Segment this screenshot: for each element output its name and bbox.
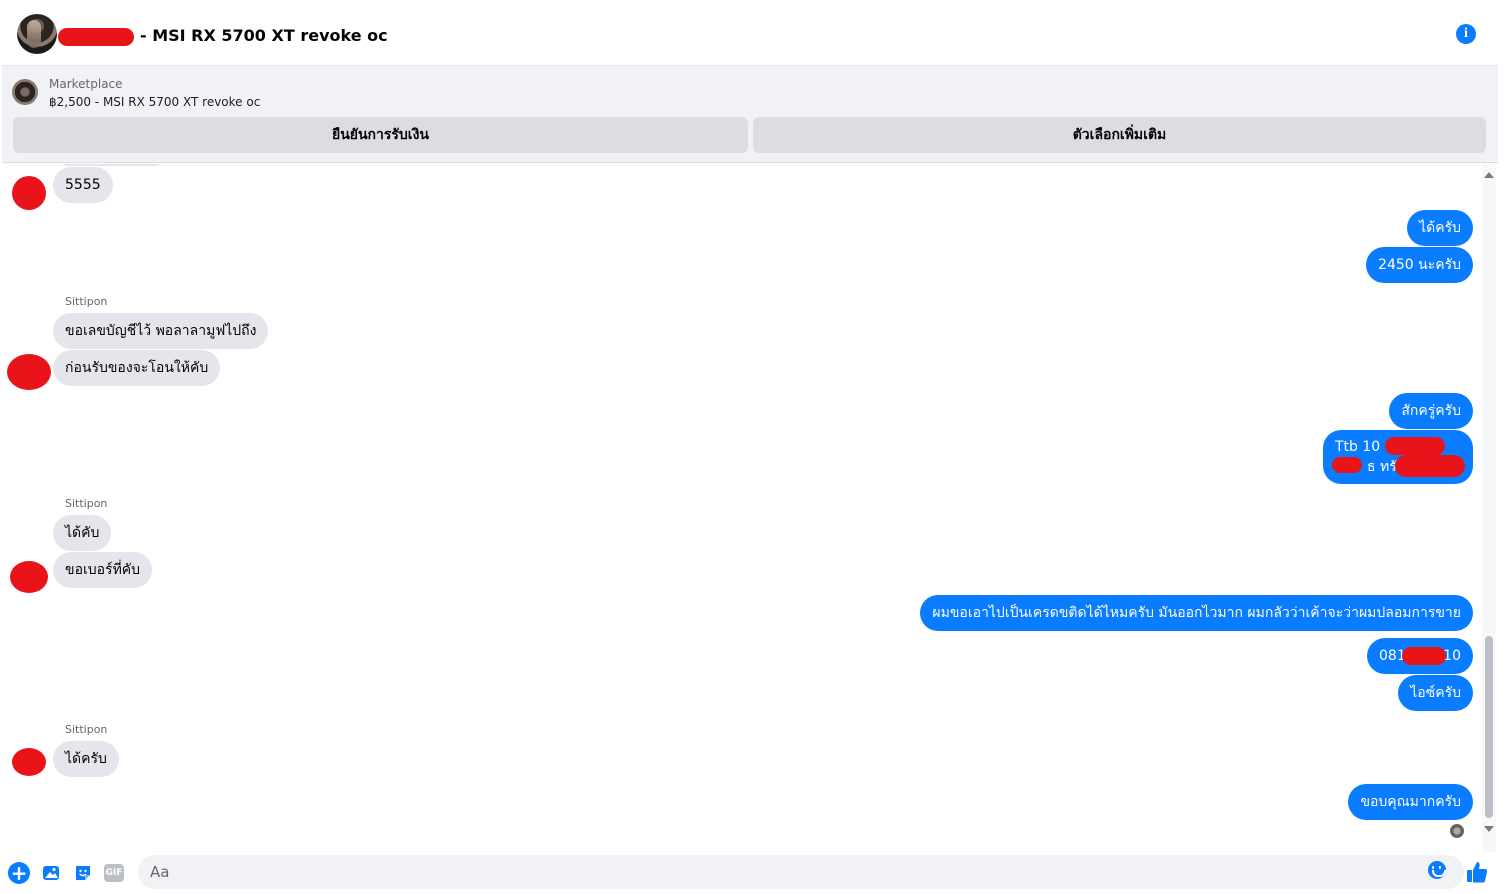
redaction-mark xyxy=(1402,647,1446,665)
confirm-payment-button[interactable]: ยืนยันการรับเงิน xyxy=(13,117,748,153)
previous-message-edge xyxy=(62,164,162,166)
message-input[interactable] xyxy=(150,855,1420,889)
marketplace-panel: Marketplace ฿2,500 - MSI RX 5700 XT revo… xyxy=(2,66,1498,163)
scrollbar-thumb[interactable] xyxy=(1485,636,1493,818)
conversation-header: - MSI RX 5700 XT revoke oc i xyxy=(2,4,1498,66)
info-icon[interactable]: i xyxy=(1456,24,1476,44)
sticker-icon[interactable] xyxy=(72,862,94,884)
message-incoming: ขอเลขบัญชีไว้ พอลาลามูฟไปถึง xyxy=(53,313,269,349)
message-composer: + GIF xyxy=(2,852,1498,894)
message-incoming: ขอเบอร์ที่คับ xyxy=(53,552,153,588)
seen-indicator-avatar xyxy=(1450,824,1464,838)
sender-avatar-redacted xyxy=(10,561,48,593)
message-outgoing: สักครู่ครับ xyxy=(1389,393,1473,429)
sender-name: Sittipon xyxy=(65,497,108,510)
gif-icon[interactable]: GIF xyxy=(104,864,124,882)
message-outgoing: ได้ครับ xyxy=(1407,210,1473,246)
listing-avatar xyxy=(12,79,38,105)
sender-avatar-redacted xyxy=(7,354,51,390)
message-incoming: ก่อนรับของจะโอนให้คับ xyxy=(53,350,221,386)
message-incoming: ได้ครับ xyxy=(53,741,119,777)
message-outgoing: ขอบคุณมากครับ xyxy=(1348,784,1473,820)
marketplace-label: Marketplace xyxy=(49,77,123,91)
listing-title[interactable]: ฿2,500 - MSI RX 5700 XT revoke oc xyxy=(49,95,260,109)
redaction-mark xyxy=(1395,455,1465,477)
message-incoming: ได้คับ xyxy=(53,515,112,551)
message-outgoing: ผมขอเอาไปเป็นเครดขติดได้ไหมครับ มันออกไว… xyxy=(920,595,1473,631)
redaction-mark xyxy=(58,28,134,46)
sender-name: Sittipon xyxy=(65,295,108,308)
message-outgoing: 2450 นะครับ xyxy=(1366,247,1473,283)
sender-avatar-redacted xyxy=(12,748,46,776)
redaction-mark xyxy=(1332,457,1362,473)
account-text-start: Ttb 10 xyxy=(1335,439,1381,455)
redaction-mark xyxy=(1385,437,1445,455)
message-outgoing: ไอซ์ครับ xyxy=(1398,675,1473,711)
message-list: 5555 ได้ครับ 2450 นะครับ Sittipon ขอเลขบ… xyxy=(2,164,1482,852)
message-input-container[interactable] xyxy=(138,855,1464,889)
scroll-up-arrow-icon[interactable] xyxy=(1484,172,1494,178)
scroll-down-arrow-icon[interactable] xyxy=(1484,826,1494,832)
contact-avatar[interactable] xyxy=(17,14,57,54)
sender-name: Sittipon xyxy=(65,723,108,736)
sender-avatar-redacted xyxy=(12,176,46,210)
thumbs-up-icon[interactable] xyxy=(1466,860,1488,884)
emoji-icon[interactable] xyxy=(1428,861,1446,879)
message-incoming: 5555 xyxy=(53,167,113,203)
plus-icon[interactable]: + xyxy=(8,862,30,884)
conversation-title: - MSI RX 5700 XT revoke oc xyxy=(140,26,388,45)
image-icon[interactable] xyxy=(40,862,62,884)
more-options-button[interactable]: ตัวเลือกเพิ่มเติม xyxy=(753,117,1486,153)
